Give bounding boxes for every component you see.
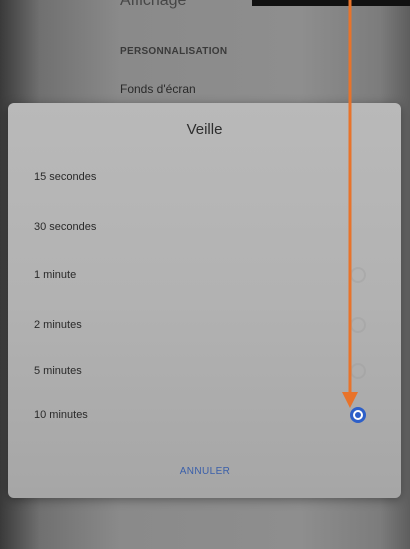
cancel-button[interactable]: ANNULER bbox=[158, 459, 252, 485]
settings-header: Affichage bbox=[120, 0, 187, 9]
radio-selected-icon[interactable] bbox=[350, 407, 366, 423]
dialog-title: Veille bbox=[186, 121, 223, 138]
section-heading: PERSONNALISATION bbox=[120, 46, 228, 57]
option-10-minutes[interactable]: 10 minutes bbox=[8, 393, 401, 437]
option-label: 15 secondes bbox=[34, 171, 97, 183]
option-label: 5 minutes bbox=[34, 365, 82, 377]
option-5-minutes[interactable]: 5 minutes bbox=[8, 349, 401, 393]
background-settings: Affichage PERSONNALISATION Fonds d'écran bbox=[94, 0, 410, 100]
radio-icon[interactable] bbox=[350, 317, 366, 333]
option-label: 10 minutes bbox=[34, 409, 88, 421]
option-15-seconds[interactable]: 15 secondes bbox=[8, 155, 401, 199]
option-2-minutes[interactable]: 2 minutes bbox=[8, 303, 401, 347]
photographed-screen: Affichage PERSONNALISATION Fonds d'écran… bbox=[0, 0, 410, 549]
option-label: 30 secondes bbox=[34, 221, 97, 233]
sleep-dialog: Veille 15 secondes 30 secondes 1 minute … bbox=[8, 103, 401, 498]
radio-icon[interactable] bbox=[350, 267, 366, 283]
option-label: 2 minutes bbox=[34, 319, 82, 331]
option-1-minute[interactable]: 1 minute bbox=[8, 253, 401, 297]
option-30-seconds[interactable]: 30 secondes bbox=[8, 205, 401, 249]
option-label: 1 minute bbox=[34, 269, 77, 281]
wallpaper-setting[interactable]: Fonds d'écran bbox=[120, 82, 196, 96]
radio-icon[interactable] bbox=[350, 363, 366, 379]
